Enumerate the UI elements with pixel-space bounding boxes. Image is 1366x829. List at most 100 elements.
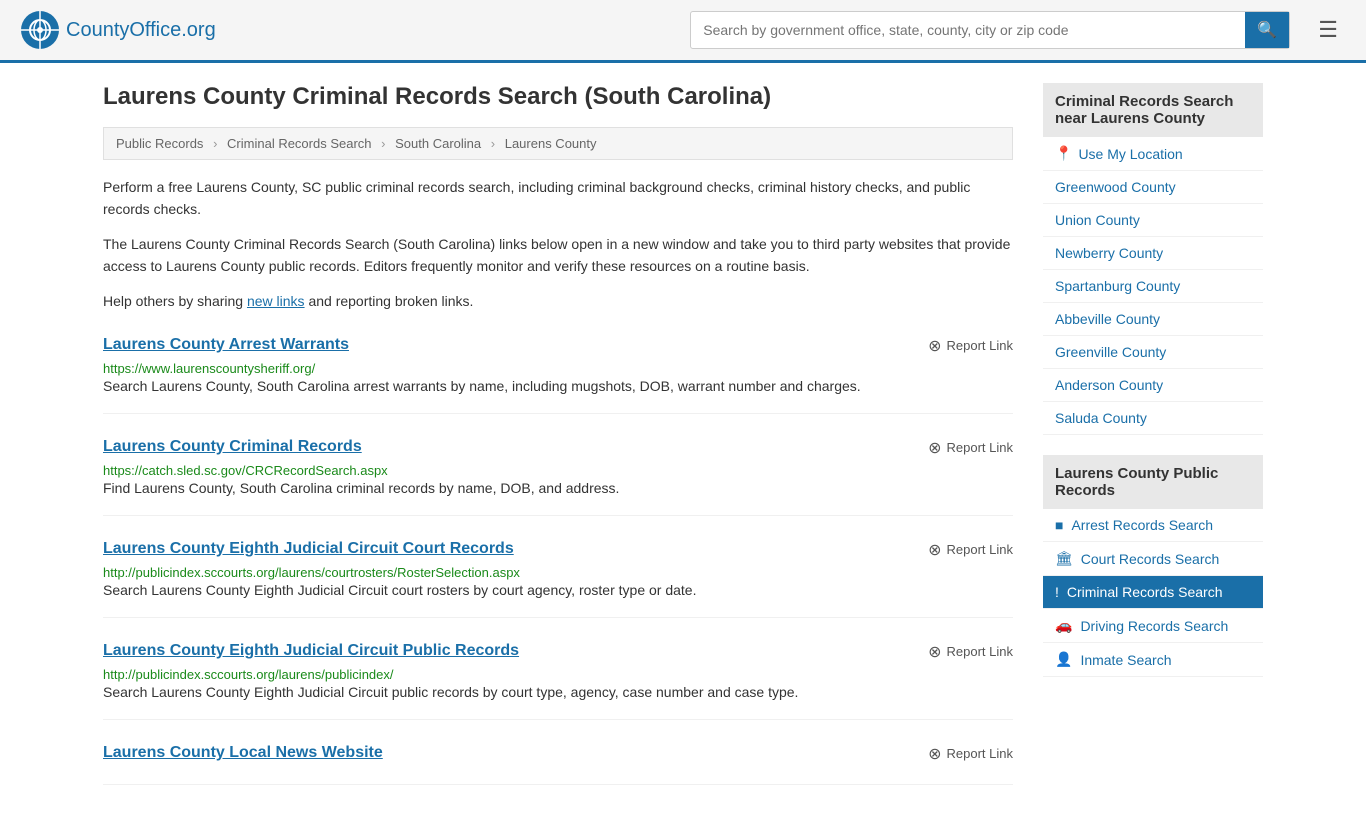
rec-icon: 🚗 [1055,617,1072,634]
public-records-item: 🏛 Court Records Search [1043,542,1263,576]
report-link[interactable]: ⊗ Report Link [928,540,1013,560]
nearby-county-link[interactable]: Union County [1043,204,1263,236]
search-button[interactable]: 🔍 [1245,12,1289,48]
rec-icon: 🏛 [1055,550,1073,567]
rec-icon: ! [1055,584,1059,600]
result-title[interactable]: Laurens County Criminal Records [103,438,362,456]
result-item: Laurens County Eighth Judicial Circuit C… [103,540,1013,618]
report-link-label: Report Link [947,644,1013,659]
public-records-item: ■ Arrest Records Search [1043,509,1263,542]
breadcrumb-separator: › [381,136,385,151]
search-icon: 🔍 [1257,22,1277,39]
result-item: Laurens County Local News Website ⊗ Repo… [103,744,1013,785]
location-icon: 📍 [1055,145,1072,162]
breadcrumb-separator: › [213,136,217,151]
result-url[interactable]: https://catch.sled.sc.gov/CRCRecordSearc… [103,463,388,478]
nearby-county-link[interactable]: Greenwood County [1043,171,1263,203]
breadcrumb-link-laurens-county[interactable]: Laurens County [505,136,597,151]
public-records-label: Criminal Records Search [1067,584,1223,600]
result-url[interactable]: http://publicindex.sccourts.org/laurens/… [103,565,520,580]
breadcrumb-link-public-records[interactable]: Public Records [116,136,203,151]
result-desc: Search Laurens County Eighth Judicial Ci… [103,682,1013,703]
public-records-link[interactable]: ! Criminal Records Search [1043,576,1263,608]
rec-icon: 👤 [1055,651,1072,668]
public-records-link[interactable]: ■ Arrest Records Search [1043,509,1263,541]
report-icon: ⊗ [928,540,941,560]
intro-text-2: The Laurens County Criminal Records Sear… [103,233,1013,278]
menu-button[interactable]: ☰ [1310,13,1346,47]
report-link[interactable]: ⊗ Report Link [928,336,1013,356]
report-link-label: Report Link [947,746,1013,761]
public-records-link[interactable]: 👤 Inmate Search [1043,643,1263,676]
page-title: Laurens County Criminal Records Search (… [103,83,1013,111]
use-my-location-link[interactable]: 📍 Use My Location [1043,137,1263,171]
main-container: Laurens County Criminal Records Search (… [83,63,1283,829]
new-links-link[interactable]: new links [247,293,305,309]
nearby-county-item: Union County [1043,204,1263,237]
result-header: Laurens County Local News Website ⊗ Repo… [103,744,1013,764]
report-link[interactable]: ⊗ Report Link [928,744,1013,764]
public-records-label: Court Records Search [1081,551,1220,567]
breadcrumb-link-south-carolina[interactable]: South Carolina [395,136,481,151]
search-bar: 🔍 [690,11,1290,49]
report-link[interactable]: ⊗ Report Link [928,438,1013,458]
result-item: Laurens County Criminal Records ⊗ Report… [103,438,1013,516]
nearby-county-link[interactable]: Saluda County [1043,402,1263,434]
results-list: Laurens County Arrest Warrants ⊗ Report … [103,336,1013,785]
result-desc: Search Laurens County Eighth Judicial Ci… [103,580,1013,601]
result-title[interactable]: Laurens County Eighth Judicial Circuit P… [103,642,519,660]
result-url[interactable]: https://www.laurenscountysheriff.org/ [103,361,315,376]
report-icon: ⊗ [928,744,941,764]
nearby-county-link[interactable]: Newberry County [1043,237,1263,269]
public-records-label: Driving Records Search [1080,618,1228,634]
nearby-section: Criminal Records Search near Laurens Cou… [1043,83,1263,435]
report-link-label: Report Link [947,440,1013,455]
logo[interactable]: CountyOffice.org [20,10,216,50]
nearby-county-link[interactable]: Abbeville County [1043,303,1263,335]
nearby-county-item: Spartanburg County [1043,270,1263,303]
breadcrumb-separator: › [491,136,495,151]
public-records-header: Laurens County Public Records [1043,455,1263,509]
public-records-link[interactable]: 🏛 Court Records Search [1043,542,1263,575]
result-url[interactable]: http://publicindex.sccourts.org/laurens/… [103,667,394,682]
public-records-list: ■ Arrest Records Search 🏛 Court Records … [1043,509,1263,677]
result-title[interactable]: Laurens County Local News Website [103,744,383,762]
nearby-county-link[interactable]: Greenville County [1043,336,1263,368]
report-icon: ⊗ [928,438,941,458]
nearby-county-item: Saluda County [1043,402,1263,435]
public-records-link[interactable]: 🚗 Driving Records Search [1043,609,1263,642]
nearby-county-item: Greenwood County [1043,171,1263,204]
logo-text: CountyOffice.org [66,19,216,42]
result-title[interactable]: Laurens County Eighth Judicial Circuit C… [103,540,514,558]
public-records-label: Arrest Records Search [1071,517,1213,533]
nearby-county-item: Newberry County [1043,237,1263,270]
rec-icon: ■ [1055,517,1063,533]
result-header: Laurens County Arrest Warrants ⊗ Report … [103,336,1013,356]
logo-icon [20,10,60,50]
breadcrumb-link-criminal-records-search[interactable]: Criminal Records Search [227,136,372,151]
report-link[interactable]: ⊗ Report Link [928,642,1013,662]
nearby-header: Criminal Records Search near Laurens Cou… [1043,83,1263,137]
result-desc: Find Laurens County, South Carolina crim… [103,478,1013,499]
report-icon: ⊗ [928,336,941,356]
hamburger-icon: ☰ [1318,17,1338,42]
nearby-counties-list: Greenwood CountyUnion CountyNewberry Cou… [1043,171,1263,435]
report-icon: ⊗ [928,642,941,662]
search-input[interactable] [691,14,1245,46]
public-records-item: 👤 Inmate Search [1043,643,1263,677]
public-records-item: ! Criminal Records Search [1043,576,1263,609]
breadcrumb: Public Records › Criminal Records Search… [103,127,1013,160]
nearby-county-link[interactable]: Anderson County [1043,369,1263,401]
sidebar: Criminal Records Search near Laurens Cou… [1043,83,1263,809]
nearby-county-link[interactable]: Spartanburg County [1043,270,1263,302]
result-desc: Search Laurens County, South Carolina ar… [103,376,1013,397]
nearby-county-item: Anderson County [1043,369,1263,402]
intro-text-1: Perform a free Laurens County, SC public… [103,176,1013,221]
header: CountyOffice.org 🔍 ☰ [0,0,1366,63]
result-header: Laurens County Eighth Judicial Circuit C… [103,540,1013,560]
result-title[interactable]: Laurens County Arrest Warrants [103,336,349,354]
share-text: Help others by sharing new links and rep… [103,290,1013,312]
report-link-label: Report Link [947,338,1013,353]
result-item: Laurens County Eighth Judicial Circuit P… [103,642,1013,720]
result-header: Laurens County Criminal Records ⊗ Report… [103,438,1013,458]
